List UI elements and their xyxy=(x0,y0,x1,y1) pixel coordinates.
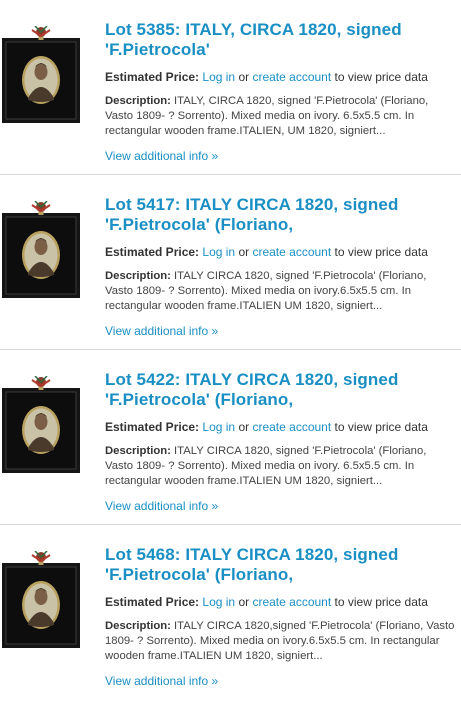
lot-info: Lot 5385: ITALY, CIRCA 1820, signed 'F.P… xyxy=(105,20,457,165)
view-additional-info-link[interactable]: View additional info » xyxy=(105,499,218,514)
lot-thumbnail[interactable] xyxy=(2,201,80,298)
view-price-text: to view price data xyxy=(334,420,428,434)
portrait-miniature-icon xyxy=(2,201,80,298)
lot-title-line2: 'F.Pietrocola' (Floriano, xyxy=(105,215,294,234)
lot-item: Lot 5417: ITALY CIRCA 1820, signed 'F.Pi… xyxy=(0,175,461,350)
description-label: Description: xyxy=(105,620,171,632)
lot-title-link[interactable]: Lot 5385: ITALY, CIRCA 1820, signed 'F.P… xyxy=(105,20,457,60)
view-additional-info-link[interactable]: View additional info » xyxy=(105,149,218,164)
lot-title-line1: Lot 5417: ITALY CIRCA 1820, signed xyxy=(105,195,399,214)
description-label: Description: xyxy=(105,95,171,107)
view-price-text: to view price data xyxy=(334,245,428,259)
log-in-link[interactable]: Log in xyxy=(202,595,235,609)
lot-info: Lot 5417: ITALY CIRCA 1820, signed 'F.Pi… xyxy=(105,195,457,340)
estimated-price: Estimated Price: Log in or create accoun… xyxy=(105,69,457,85)
description-label: Description: xyxy=(105,445,171,457)
create-account-link[interactable]: create account xyxy=(252,70,331,84)
lot-item: Lot 5385: ITALY, CIRCA 1820, signed 'F.P… xyxy=(0,0,461,175)
estimated-price-label: Estimated Price: xyxy=(105,245,200,259)
lot-title-link[interactable]: Lot 5468: ITALY CIRCA 1820, signed 'F.Pi… xyxy=(105,545,457,585)
lot-title-line1: Lot 5385: ITALY, CIRCA 1820, signed xyxy=(105,20,402,39)
lot-description: Description: ITALY CIRCA 1820,signed 'F.… xyxy=(105,619,457,664)
estimated-price-label: Estimated Price: xyxy=(105,595,200,609)
or-text: or xyxy=(238,70,250,84)
lot-title-line2: 'F.Pietrocola' (Floriano, xyxy=(105,390,294,409)
lot-description: Description: ITALY CIRCA 1820, signed 'F… xyxy=(105,444,457,489)
estimated-price-label: Estimated Price: xyxy=(105,420,200,434)
view-additional-info-link[interactable]: View additional info » xyxy=(105,674,218,689)
view-price-text: to view price data xyxy=(334,70,428,84)
portrait-miniature-icon xyxy=(2,376,80,473)
lot-title-link[interactable]: Lot 5417: ITALY CIRCA 1820, signed 'F.Pi… xyxy=(105,195,457,235)
estimated-price: Estimated Price: Log in or create accoun… xyxy=(105,244,457,260)
log-in-link[interactable]: Log in xyxy=(202,245,235,259)
lot-title-line2: 'F.Pietrocola' xyxy=(105,40,210,59)
estimated-price: Estimated Price: Log in or create accoun… xyxy=(105,419,457,435)
lot-list: Lot 5385: ITALY, CIRCA 1820, signed 'F.P… xyxy=(0,0,461,700)
lot-thumbnail[interactable] xyxy=(2,26,80,123)
lot-thumbnail[interactable] xyxy=(2,376,80,473)
portrait-miniature-icon xyxy=(2,26,80,123)
lot-title-line2: 'F.Pietrocola' (Floriano, xyxy=(105,565,294,584)
lot-thumbnail[interactable] xyxy=(2,551,80,648)
create-account-link[interactable]: create account xyxy=(252,595,331,609)
create-account-link[interactable]: create account xyxy=(252,420,331,434)
log-in-link[interactable]: Log in xyxy=(202,420,235,434)
or-text: or xyxy=(238,595,250,609)
lot-info: Lot 5468: ITALY CIRCA 1820, signed 'F.Pi… xyxy=(105,545,457,690)
lot-title-line1: Lot 5468: ITALY CIRCA 1820, signed xyxy=(105,545,399,564)
or-text: or xyxy=(238,245,250,259)
or-text: or xyxy=(238,420,250,434)
lot-description: Description: ITALY, CIRCA 1820, signed '… xyxy=(105,94,457,139)
lot-info: Lot 5422: ITALY CIRCA 1820, signed 'F.Pi… xyxy=(105,370,457,515)
lot-title-line1: Lot 5422: ITALY CIRCA 1820, signed xyxy=(105,370,399,389)
lot-description: Description: ITALY CIRCA 1820, signed 'F… xyxy=(105,269,457,314)
lot-item: Lot 5468: ITALY CIRCA 1820, signed 'F.Pi… xyxy=(0,525,461,700)
estimated-price-label: Estimated Price: xyxy=(105,70,200,84)
log-in-link[interactable]: Log in xyxy=(202,70,235,84)
lot-title-link[interactable]: Lot 5422: ITALY CIRCA 1820, signed 'F.Pi… xyxy=(105,370,457,410)
portrait-miniature-icon xyxy=(2,551,80,648)
view-price-text: to view price data xyxy=(334,595,428,609)
lot-item: Lot 5422: ITALY CIRCA 1820, signed 'F.Pi… xyxy=(0,350,461,525)
description-label: Description: xyxy=(105,270,171,282)
estimated-price: Estimated Price: Log in or create accoun… xyxy=(105,594,457,610)
view-additional-info-link[interactable]: View additional info » xyxy=(105,324,218,339)
create-account-link[interactable]: create account xyxy=(252,245,331,259)
